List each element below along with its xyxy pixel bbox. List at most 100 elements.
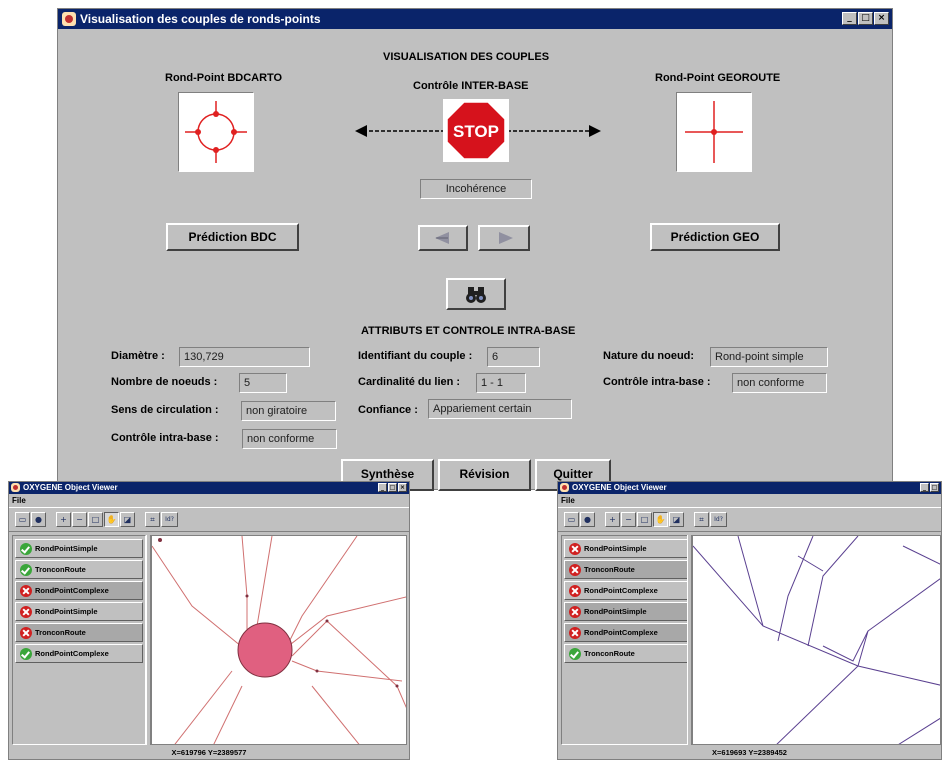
check-icon[interactable] [20,542,32,555]
nb-noeuds-field: 5 [239,373,287,393]
layer-item[interactable]: RondPointSimple [564,602,692,621]
identifiant-couple-label: Identifiant du couple : [358,350,473,362]
globe-icon[interactable]: ● [580,512,595,527]
file-menu[interactable]: File [12,496,26,505]
app-icon [560,483,569,492]
window-title: Visualisation des couples de ronds-point… [80,12,321,26]
prediction-bdc-button[interactable]: Prédiction BDC [166,223,299,251]
cross-icon[interactable] [569,542,581,555]
close-button[interactable]: × [874,12,889,25]
layer-item[interactable]: TronconRoute [564,560,692,579]
viewer-right-map[interactable] [692,535,941,745]
cross-icon[interactable] [569,584,581,597]
revision-button[interactable]: Révision [438,459,531,491]
object-viewer-left: OXYGENE Object Viewer _ □ × File ▭ ● + −… [8,481,410,760]
cross-icon[interactable] [20,584,32,597]
open-folder-icon[interactable]: ▭ [15,512,30,527]
layer-item[interactable]: RondPointComplexe [15,644,143,663]
controle-intra-base-field-left: non conforme [242,429,337,449]
viewer-right-menubar: File [558,494,941,507]
next-button[interactable] [478,225,530,251]
file-menu[interactable]: File [561,496,575,505]
search-button[interactable] [446,278,506,310]
viewer-left-menubar: File [9,494,409,507]
maximize-button[interactable]: □ [930,483,939,492]
select-rectangle-icon[interactable]: ⌗ [694,512,709,527]
layer-item[interactable]: RondPointSimple [15,539,143,558]
pan-hand-icon[interactable]: ✋ [653,512,668,527]
viewer-left-map[interactable] [151,535,407,745]
georoute-header: Rond-Point GEOROUTE [655,72,781,84]
identify-icon[interactable]: ◪ [669,512,684,527]
map-canvas[interactable] [152,536,407,745]
zoom-extent-icon[interactable]: □ [88,512,103,527]
layer-item[interactable]: RondPointComplexe [15,581,143,600]
crossroad-node-icon [685,101,743,163]
layer-item[interactable]: TronconRoute [15,623,143,642]
layer-label: RondPointSimple [35,607,98,616]
viewer-left-titlebar[interactable]: OXYGENE Object Viewer _ □ × [9,482,409,494]
zoom-out-icon[interactable]: − [621,512,636,527]
maximize-button[interactable]: □ [388,483,397,492]
minimize-button[interactable]: _ [378,483,387,492]
layer-item[interactable]: RondPointSimple [15,602,143,621]
viewer-left-layer-list: RondPointSimple TronconRoute RondPointCo… [12,535,146,745]
select-rectangle-icon[interactable]: ⌗ [145,512,160,527]
nature-noeud-label: Nature du noeud: [603,350,695,362]
layer-item[interactable]: RondPointComplexe [564,581,692,600]
viewer-right-titlebar[interactable]: OXYGENE Object Viewer _ □ [558,482,941,494]
arrow-right-icon [499,232,513,244]
check-icon[interactable] [20,563,32,576]
viewer-left-toolbar: ▭ ● + − □ ✋ ◪ ⌗ Id? [9,507,409,532]
minimize-button[interactable]: _ [842,12,857,25]
maximize-button[interactable]: □ [858,12,873,25]
layer-label: RondPointComplexe [584,628,658,637]
viewer-right-layer-list: RondPointSimple TronconRoute RondPointCo… [561,535,695,745]
zoom-extent-icon[interactable]: □ [637,512,652,527]
identify-text-button[interactable]: Id? [710,512,727,527]
arrow-left-icon [435,232,449,244]
cardinalite-field: 1 - 1 [476,373,526,393]
prediction-geo-button[interactable]: Prédiction GEO [650,223,780,251]
object-viewer-right: OXYGENE Object Viewer _ □ File ▭ ● + − □… [557,481,942,760]
layer-item[interactable]: TronconRoute [564,644,692,663]
minimize-button[interactable]: _ [920,483,929,492]
cross-icon[interactable] [569,605,581,618]
interbase-header: Contrôle INTER-BASE [413,80,529,92]
zoom-out-icon[interactable]: − [72,512,87,527]
layer-item[interactable]: RondPointComplexe [564,623,692,642]
identify-text-button[interactable]: Id? [161,512,178,527]
close-button[interactable]: × [398,483,407,492]
map-canvas[interactable] [693,536,941,745]
main-titlebar[interactable]: Visualisation des couples de ronds-point… [58,9,892,29]
layer-label: RondPointComplexe [35,586,109,595]
globe-icon[interactable]: ● [31,512,46,527]
layer-label: RondPointSimple [35,544,98,553]
zoom-in-icon[interactable]: + [605,512,620,527]
diametre-field: 130,729 [179,347,310,367]
main-window: Visualisation des couples de ronds-point… [57,8,893,491]
layer-item[interactable]: RondPointSimple [564,539,692,558]
cross-icon[interactable] [569,626,581,639]
stop-sign-icon: STOP [446,101,506,160]
check-icon[interactable] [569,647,581,660]
identify-icon[interactable]: ◪ [120,512,135,527]
nature-noeud-field: Rond-point simple [710,347,828,367]
viewer-right-toolbar: ▭ ● + − □ ✋ ◪ ⌗ Id? [558,507,941,532]
identifiant-couple-field: 6 [487,347,540,367]
layer-label: RondPointSimple [584,607,647,616]
cross-icon[interactable] [20,626,32,639]
confiance-field: Appariement certain [428,399,572,419]
cross-icon[interactable] [569,563,581,576]
diametre-label: Diamètre : [111,350,165,362]
open-folder-icon[interactable]: ▭ [564,512,579,527]
previous-button[interactable] [418,225,468,251]
app-icon [62,12,76,26]
check-icon[interactable] [20,647,32,660]
pan-hand-icon[interactable]: ✋ [104,512,119,527]
layer-item[interactable]: TronconRoute [15,560,143,579]
controle-intra-base-label-left: Contrôle intra-base : [111,432,219,444]
zoom-in-icon[interactable]: + [56,512,71,527]
controle-intra-base-field-right: non conforme [732,373,827,393]
cross-icon[interactable] [20,605,32,618]
